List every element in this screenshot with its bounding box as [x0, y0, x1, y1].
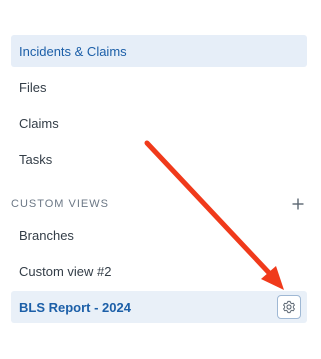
sidebar-item-label: Incidents & Claims — [19, 43, 127, 59]
gear-icon — [283, 300, 295, 314]
sidebar-item-files[interactable]: Files — [11, 71, 307, 103]
sidebar-item-label: Files — [19, 79, 47, 95]
sidebar-item-claims[interactable]: Claims — [11, 107, 307, 139]
plus-icon — [292, 198, 304, 210]
custom-views-title: CUSTOM VIEWS — [11, 198, 109, 210]
sidebar: Incidents & Claims Files Claims Tasks CU… — [0, 0, 321, 359]
custom-view-bls-report[interactable]: BLS Report - 2024 — [11, 291, 307, 323]
view-settings-button[interactable] — [277, 295, 301, 319]
custom-views-header: CUSTOM VIEWS — [11, 196, 307, 212]
sidebar-item-tasks[interactable]: Tasks — [11, 143, 307, 175]
sidebar-item-label: Claims — [19, 115, 59, 131]
custom-view-label: BLS Report - 2024 — [19, 299, 131, 315]
add-custom-view-button[interactable] — [289, 195, 307, 213]
custom-view-label: Custom view #2 — [19, 263, 112, 279]
sidebar-item-incidents-claims[interactable]: Incidents & Claims — [11, 35, 307, 67]
custom-view-label: Branches — [19, 227, 74, 243]
sidebar-item-label: Tasks — [19, 151, 53, 167]
custom-view-2[interactable]: Custom view #2 — [11, 255, 307, 287]
custom-view-branches[interactable]: Branches — [11, 219, 307, 251]
